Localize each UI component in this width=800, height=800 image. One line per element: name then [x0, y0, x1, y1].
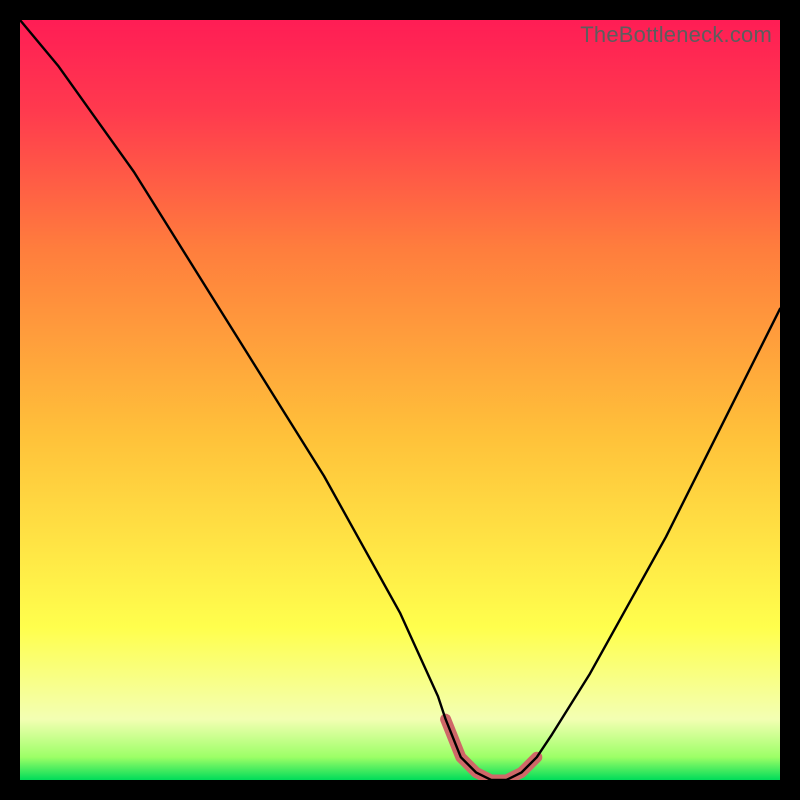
gradient-rect — [20, 20, 780, 780]
chart-frame: TheBottleneck.com — [20, 20, 780, 780]
watermark: TheBottleneck.com — [580, 22, 772, 48]
chart-svg — [20, 20, 780, 780]
